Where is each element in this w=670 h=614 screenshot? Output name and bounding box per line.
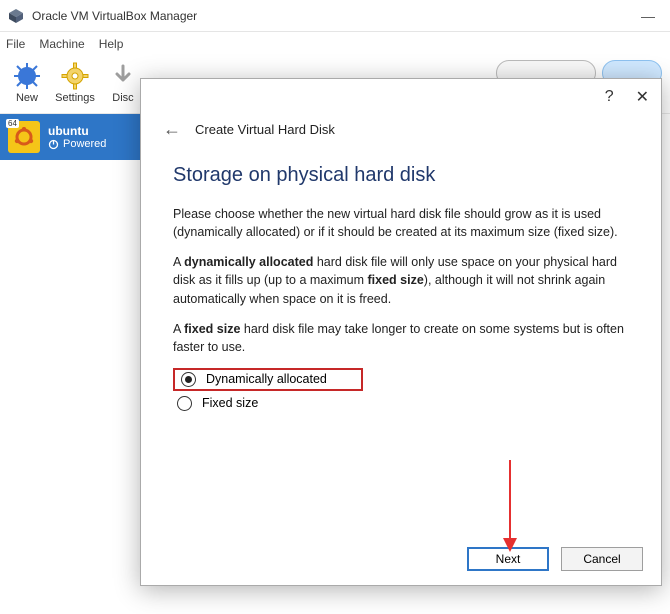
power-icon — [48, 139, 59, 150]
toolbar-settings-label: Settings — [55, 92, 95, 104]
dialog-paragraph-2: A dynamically allocated hard disk file w… — [173, 253, 629, 307]
radio-dynamic[interactable]: Dynamically allocated — [173, 368, 363, 391]
dialog-help-button[interactable]: ? — [605, 88, 614, 106]
radio-icon — [177, 396, 192, 411]
toolbar-new[interactable]: New — [4, 60, 50, 104]
dialog-heading: Storage on physical hard disk — [173, 164, 629, 187]
dialog-header: ← Create Virtual Hard Disk — [141, 115, 661, 154]
vm-arch-badge: 64 — [6, 119, 19, 128]
window-titlebar: Oracle VM VirtualBox Manager — — [0, 0, 670, 32]
menu-bar: File Machine Help — [0, 32, 670, 56]
virtualbox-icon — [8, 8, 24, 24]
menu-help[interactable]: Help — [99, 37, 124, 51]
toolbar-new-label: New — [16, 92, 38, 104]
discard-icon — [109, 62, 137, 90]
cancel-button[interactable]: Cancel — [561, 547, 643, 571]
radio-fixed[interactable]: Fixed size — [173, 391, 629, 416]
next-button[interactable]: Next — [467, 547, 549, 571]
menu-machine[interactable]: Machine — [39, 37, 84, 51]
dialog-title: Create Virtual Hard Disk — [195, 122, 335, 137]
toolbar-settings[interactable]: Settings — [52, 60, 98, 104]
radio-fixed-label: Fixed size — [202, 396, 258, 410]
back-button[interactable]: ← — [163, 119, 181, 140]
dialog-paragraph-1: Please choose whether the new virtual ha… — [173, 205, 629, 241]
storage-type-group: Dynamically allocated Fixed size — [173, 368, 629, 416]
menu-file[interactable]: File — [6, 37, 25, 51]
dialog-paragraph-3: A fixed size hard disk file may take lon… — [173, 320, 629, 356]
radio-icon — [181, 372, 196, 387]
dialog-titlebar: ? ✕ — [141, 79, 661, 115]
vm-state: Powered — [48, 138, 106, 150]
dialog-close-button[interactable]: ✕ — [636, 87, 649, 107]
radio-dynamic-label: Dynamically allocated — [206, 372, 327, 386]
create-disk-dialog: ? ✕ ← Create Virtual Hard Disk Storage o… — [140, 78, 662, 586]
gear-icon — [61, 62, 89, 90]
window-title: Oracle VM VirtualBox Manager — [32, 9, 634, 23]
starburst-icon — [13, 62, 41, 90]
toolbar-discard-label: Disc — [112, 92, 133, 104]
dialog-footer: Next Cancel — [141, 533, 661, 585]
vm-name: ubuntu — [48, 124, 106, 138]
vm-os-icon: 64 — [8, 121, 40, 153]
dialog-body: Storage on physical hard disk Please cho… — [141, 154, 661, 533]
minimize-button[interactable]: — — [634, 8, 662, 24]
